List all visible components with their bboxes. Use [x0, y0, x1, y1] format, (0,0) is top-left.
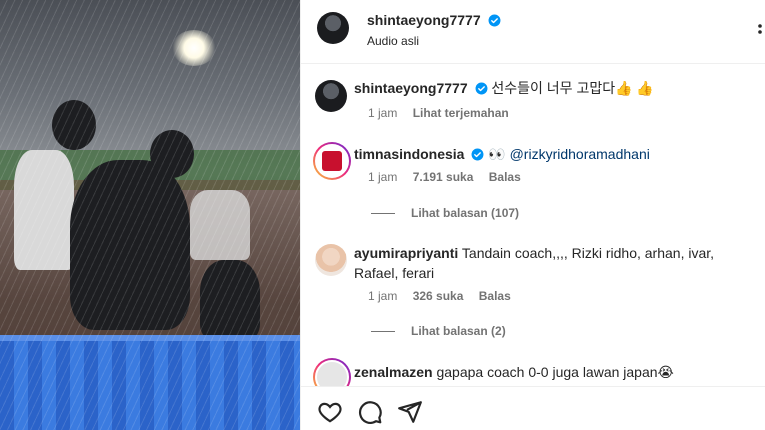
- comment-2-reply[interactable]: Balas: [479, 289, 511, 303]
- verified-icon: [488, 14, 501, 27]
- more-options-icon[interactable]: [754, 20, 765, 40]
- comment-1-mention[interactable]: @rizkyridhoramadhani: [510, 146, 650, 162]
- comment-1-likes[interactable]: 7.191 suka: [413, 170, 474, 184]
- comment-2-line: ayumirapriyanti Tandain coach,,,, Rizki …: [354, 243, 759, 283]
- comment-avatar-ayumira[interactable]: [315, 244, 347, 276]
- comment-1-line: timnasindonesia 👀 @rizkyridhoramadhani: [354, 144, 759, 164]
- verified-icon: [475, 82, 487, 95]
- caption-text: 선수들이 너무 고맙다👍 👍: [491, 80, 654, 96]
- comment-icon[interactable]: [357, 399, 383, 425]
- comment-2-username[interactable]: ayumirapriyanti: [354, 245, 458, 261]
- comment-2-view-replies[interactable]: Lihat balasan (2): [371, 324, 506, 338]
- caption-meta: 1 jam Lihat terjemahan: [368, 106, 509, 120]
- comment-1-meta: 1 jam 7.191 suka Balas: [368, 170, 521, 184]
- post-actions-bar: [301, 386, 765, 430]
- caption-time[interactable]: 1 jam: [368, 106, 397, 120]
- post-media-video[interactable]: [0, 0, 300, 430]
- share-icon[interactable]: [397, 399, 423, 425]
- caption-text-line: shintaeyong7777 선수들이 너무 고맙다👍 👍: [354, 78, 759, 98]
- comment-2-view-replies-label: Lihat balasan (2): [411, 324, 506, 338]
- caption-username[interactable]: shintaeyong7777: [354, 80, 468, 96]
- comment-2-time[interactable]: 1 jam: [368, 289, 397, 303]
- comment-1-view-replies[interactable]: Lihat balasan (107): [371, 206, 519, 220]
- comment-avatar-timnas[interactable]: [313, 142, 351, 180]
- comment-1-view-replies-label: Lihat balasan (107): [411, 206, 520, 220]
- comment-3-text: gapapa coach 0-0 juga lawan japan😭: [436, 364, 674, 380]
- caption-avatar[interactable]: [315, 80, 347, 112]
- replies-divider: [371, 213, 395, 215]
- comment-1-emoji: 👀: [488, 146, 506, 162]
- author-username[interactable]: shintaeyong7777: [367, 12, 481, 28]
- comment-1-username[interactable]: timnasindonesia: [354, 146, 464, 162]
- verified-icon: [471, 148, 484, 161]
- comments-list[interactable]: shintaeyong7777 선수들이 너무 고맙다👍 👍 1 jam Lih…: [301, 64, 765, 386]
- author-info: shintaeyong7777 Audio asli: [367, 12, 501, 48]
- heart-icon[interactable]: [317, 399, 343, 425]
- post-header: shintaeyong7777 Audio asli: [301, 0, 765, 64]
- replies-divider: [371, 331, 395, 333]
- author-avatar[interactable]: [317, 12, 349, 44]
- audio-label[interactable]: Audio asli: [367, 34, 501, 48]
- media-rain-overlay: [0, 0, 300, 430]
- timnas-logo: [322, 151, 342, 171]
- comment-2-meta: 1 jam 326 suka Balas: [368, 289, 511, 303]
- post-side-panel: shintaeyong7777 Audio asli shintaeyong77…: [300, 0, 765, 430]
- comment-3-line: zenalmazen gapapa coach 0-0 juga lawan j…: [354, 362, 759, 382]
- comment-avatar-zenal[interactable]: [313, 358, 351, 386]
- translate-link[interactable]: Lihat terjemahan: [413, 106, 509, 120]
- comment-2-likes[interactable]: 326 suka: [413, 289, 464, 303]
- comment-3-username[interactable]: zenalmazen: [354, 364, 433, 380]
- comment-1-reply[interactable]: Balas: [489, 170, 521, 184]
- comment-1-time[interactable]: 1 jam: [368, 170, 397, 184]
